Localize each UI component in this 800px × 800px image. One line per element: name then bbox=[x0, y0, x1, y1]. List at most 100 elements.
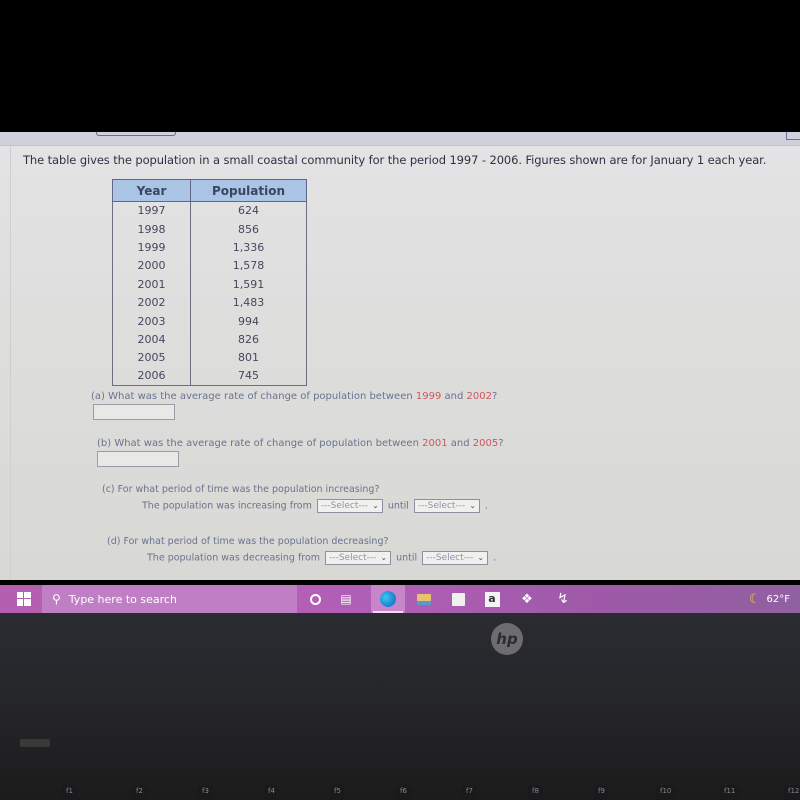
taskbar-store[interactable] bbox=[446, 585, 470, 613]
year-cell: 2005 bbox=[112, 348, 191, 368]
chevron-down-icon: ⌄ bbox=[372, 501, 379, 510]
laptop-body: hp bbox=[0, 613, 800, 800]
chevron-down-icon: ⌄ bbox=[380, 553, 388, 562]
keyboard-key-f10[interactable]: f10 bbox=[656, 785, 676, 800]
keyboard-key-f12[interactable]: f12 bbox=[784, 785, 800, 800]
task-view-button[interactable]: ▤ bbox=[334, 585, 358, 613]
keyboard-key-f8[interactable]: f8 bbox=[528, 785, 543, 800]
question-d: (d) For what period of time was the popu… bbox=[107, 536, 389, 547]
taskbar-file-explorer[interactable] bbox=[412, 585, 436, 613]
cortana-button[interactable] bbox=[303, 585, 327, 613]
table-row: 2006 745 bbox=[112, 367, 307, 386]
year-cell: 2000 bbox=[112, 256, 191, 276]
year-cell: 2003 bbox=[112, 311, 191, 331]
tab-stub[interactable] bbox=[96, 132, 176, 136]
population-cell: 1,483 bbox=[190, 293, 307, 312]
windows-logo-icon bbox=[17, 592, 31, 606]
taskbar-app-bolt[interactable]: ↯ bbox=[551, 585, 575, 613]
increasing-until-select[interactable]: ---Select--- ⌄ bbox=[413, 499, 480, 513]
year-cell: 2002 bbox=[112, 293, 191, 312]
population-cell: 826 bbox=[190, 330, 307, 349]
year-highlight: 2001 bbox=[422, 438, 448, 449]
chevron-down-icon: ⌄ bbox=[469, 501, 476, 510]
windows-taskbar: ⚲ Type here to search ▤ a ❖ ↯ ☾ 62°F bbox=[0, 585, 800, 613]
column-header-year: Year bbox=[112, 179, 191, 202]
problem-intro: The table gives the population in a smal… bbox=[23, 153, 767, 167]
lightning-bolt-icon: ↯ bbox=[557, 591, 569, 607]
taskbar-dropbox[interactable]: ❖ bbox=[515, 585, 539, 613]
population-table: Year Population 1997 624 1998 856 1999 1,33… bbox=[112, 179, 307, 386]
keyboard-key-f6[interactable]: f6 bbox=[396, 785, 411, 800]
year-cell: 2004 bbox=[112, 330, 191, 349]
taskbar-edge[interactable] bbox=[371, 585, 405, 613]
weather-widget[interactable]: ☾ 62°F bbox=[749, 585, 790, 613]
store-bag-icon bbox=[451, 592, 465, 606]
browser-screen: The table gives the population in a smal… bbox=[0, 132, 800, 620]
weather-temperature: 62°F bbox=[766, 593, 790, 605]
column-header-population: Population bbox=[190, 179, 307, 202]
population-cell: 801 bbox=[190, 348, 307, 368]
keyboard-key-f7[interactable]: f7 bbox=[462, 785, 477, 800]
year-cell: 1998 bbox=[112, 219, 191, 239]
year-cell: 1999 bbox=[112, 238, 191, 257]
problem-content: The table gives the population in a smal… bbox=[10, 146, 800, 580]
taskbar-amazon[interactable]: a bbox=[480, 585, 504, 613]
keyboard-key-f4[interactable]: f4 bbox=[264, 785, 279, 800]
year-cell: 2006 bbox=[112, 367, 191, 386]
table-header-row: Year Population bbox=[112, 179, 307, 202]
decreasing-sentence: The population was decreasing from ---Se… bbox=[147, 551, 497, 565]
population-cell: 1,591 bbox=[190, 275, 307, 294]
year-highlight: 1999 bbox=[415, 391, 442, 402]
table-row: 2000 1,578 bbox=[112, 256, 307, 276]
question-a: (a) What was the average rate of change … bbox=[91, 391, 498, 402]
year-highlight: 2002 bbox=[466, 391, 492, 402]
photo-of-laptop-screen: The table gives the population in a smal… bbox=[0, 0, 800, 800]
year-highlight: 2005 bbox=[472, 438, 499, 449]
keyboard-key-f2[interactable]: f2 bbox=[132, 785, 147, 800]
windows-start-button[interactable] bbox=[10, 585, 38, 613]
table-row: 1998 856 bbox=[112, 219, 307, 239]
keyboard-key-f3[interactable]: f3 bbox=[198, 785, 213, 800]
search-icon: ⚲ bbox=[52, 592, 61, 606]
taskbar-search-input[interactable]: ⚲ Type here to search bbox=[42, 585, 297, 613]
laptop-latch bbox=[20, 739, 50, 747]
corner-button[interactable] bbox=[786, 132, 800, 140]
keyboard-key-f9[interactable]: f9 bbox=[594, 785, 609, 800]
population-cell: 1,578 bbox=[190, 256, 307, 276]
increasing-from-select[interactable]: ---Select--- ⌄ bbox=[316, 499, 383, 513]
decreasing-from-select[interactable]: ---Select--- ⌄ bbox=[325, 551, 392, 565]
dropbox-icon: ❖ bbox=[521, 591, 533, 607]
population-cell: 994 bbox=[190, 311, 307, 331]
hp-logo: hp bbox=[491, 623, 523, 655]
population-cell: 856 bbox=[190, 219, 307, 239]
edge-browser-icon bbox=[380, 591, 396, 607]
amazon-icon: a bbox=[484, 591, 500, 607]
population-cell: 624 bbox=[190, 201, 307, 220]
decreasing-until-select[interactable]: ---Select--- ⌄ bbox=[422, 551, 489, 565]
question-c: (c) For what period of time was the popu… bbox=[102, 484, 380, 495]
folder-icon bbox=[417, 593, 431, 605]
table-row: 2001 1,591 bbox=[112, 275, 307, 294]
moon-icon: ☾ bbox=[748, 591, 761, 607]
browser-top-strip bbox=[0, 132, 800, 146]
keyboard-key-f5[interactable]: f5 bbox=[330, 785, 345, 800]
table-row: 2003 994 bbox=[112, 311, 307, 331]
cortana-circle-icon bbox=[309, 593, 321, 605]
year-cell: 1997 bbox=[112, 201, 191, 220]
keyboard-key-f11[interactable]: f11 bbox=[720, 785, 740, 800]
increasing-sentence: The population was increasing from ---Se… bbox=[142, 499, 488, 513]
year-cell: 2001 bbox=[112, 275, 191, 294]
table-row: 1997 624 bbox=[112, 201, 307, 220]
keyboard-key-f1[interactable]: f1 bbox=[62, 785, 77, 800]
answer-b-input[interactable] bbox=[97, 451, 179, 467]
population-cell: 745 bbox=[190, 367, 307, 386]
table-row: 2002 1,483 bbox=[112, 293, 307, 312]
task-view-icon: ▤ bbox=[340, 592, 352, 606]
table-row: 2005 801 bbox=[112, 348, 307, 368]
chevron-down-icon: ⌄ bbox=[477, 553, 485, 562]
table-row: 2004 826 bbox=[112, 330, 307, 349]
search-placeholder: Type here to search bbox=[68, 592, 177, 606]
question-b: (b) What was the average rate of change … bbox=[97, 438, 504, 449]
answer-a-input[interactable] bbox=[93, 404, 175, 420]
table-row: 1999 1,336 bbox=[112, 238, 307, 257]
